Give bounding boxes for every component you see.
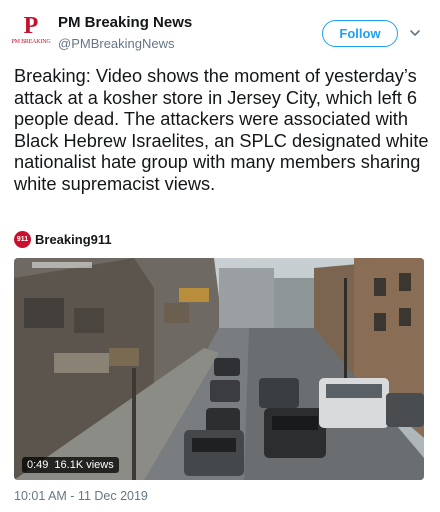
tweet-timestamp[interactable]: 10:01 AM - 11 Dec 2019 [14,489,148,503]
video-duration: 0:49 [27,459,49,471]
source-logo-icon: 911 [14,230,31,248]
video-views: 16.1K views [54,459,114,471]
source-name: Breaking911 [35,231,112,247]
video-frame [14,258,424,480]
video-player[interactable]: 0:49 16.1K views [14,258,424,480]
account-name[interactable]: PM Breaking News [58,14,192,31]
account-handle[interactable]: @PMBreakingNews [58,36,175,51]
chevron-down-icon[interactable] [408,26,422,40]
avatar-caption: PM BREAKING [11,39,51,45]
video-source[interactable]: 911 Breaking911 [14,230,112,248]
follow-button[interactable]: Follow [322,20,398,47]
avatar-letter: P [23,13,39,39]
tweet-header: P PM BREAKING PM Breaking News @PMBreaki… [0,0,440,58]
tweet-text: Breaking: Video shows the moment of yest… [14,66,429,194]
video-stats: 0:49 16.1K views [22,457,119,473]
avatar[interactable]: P PM BREAKING [11,13,51,50]
